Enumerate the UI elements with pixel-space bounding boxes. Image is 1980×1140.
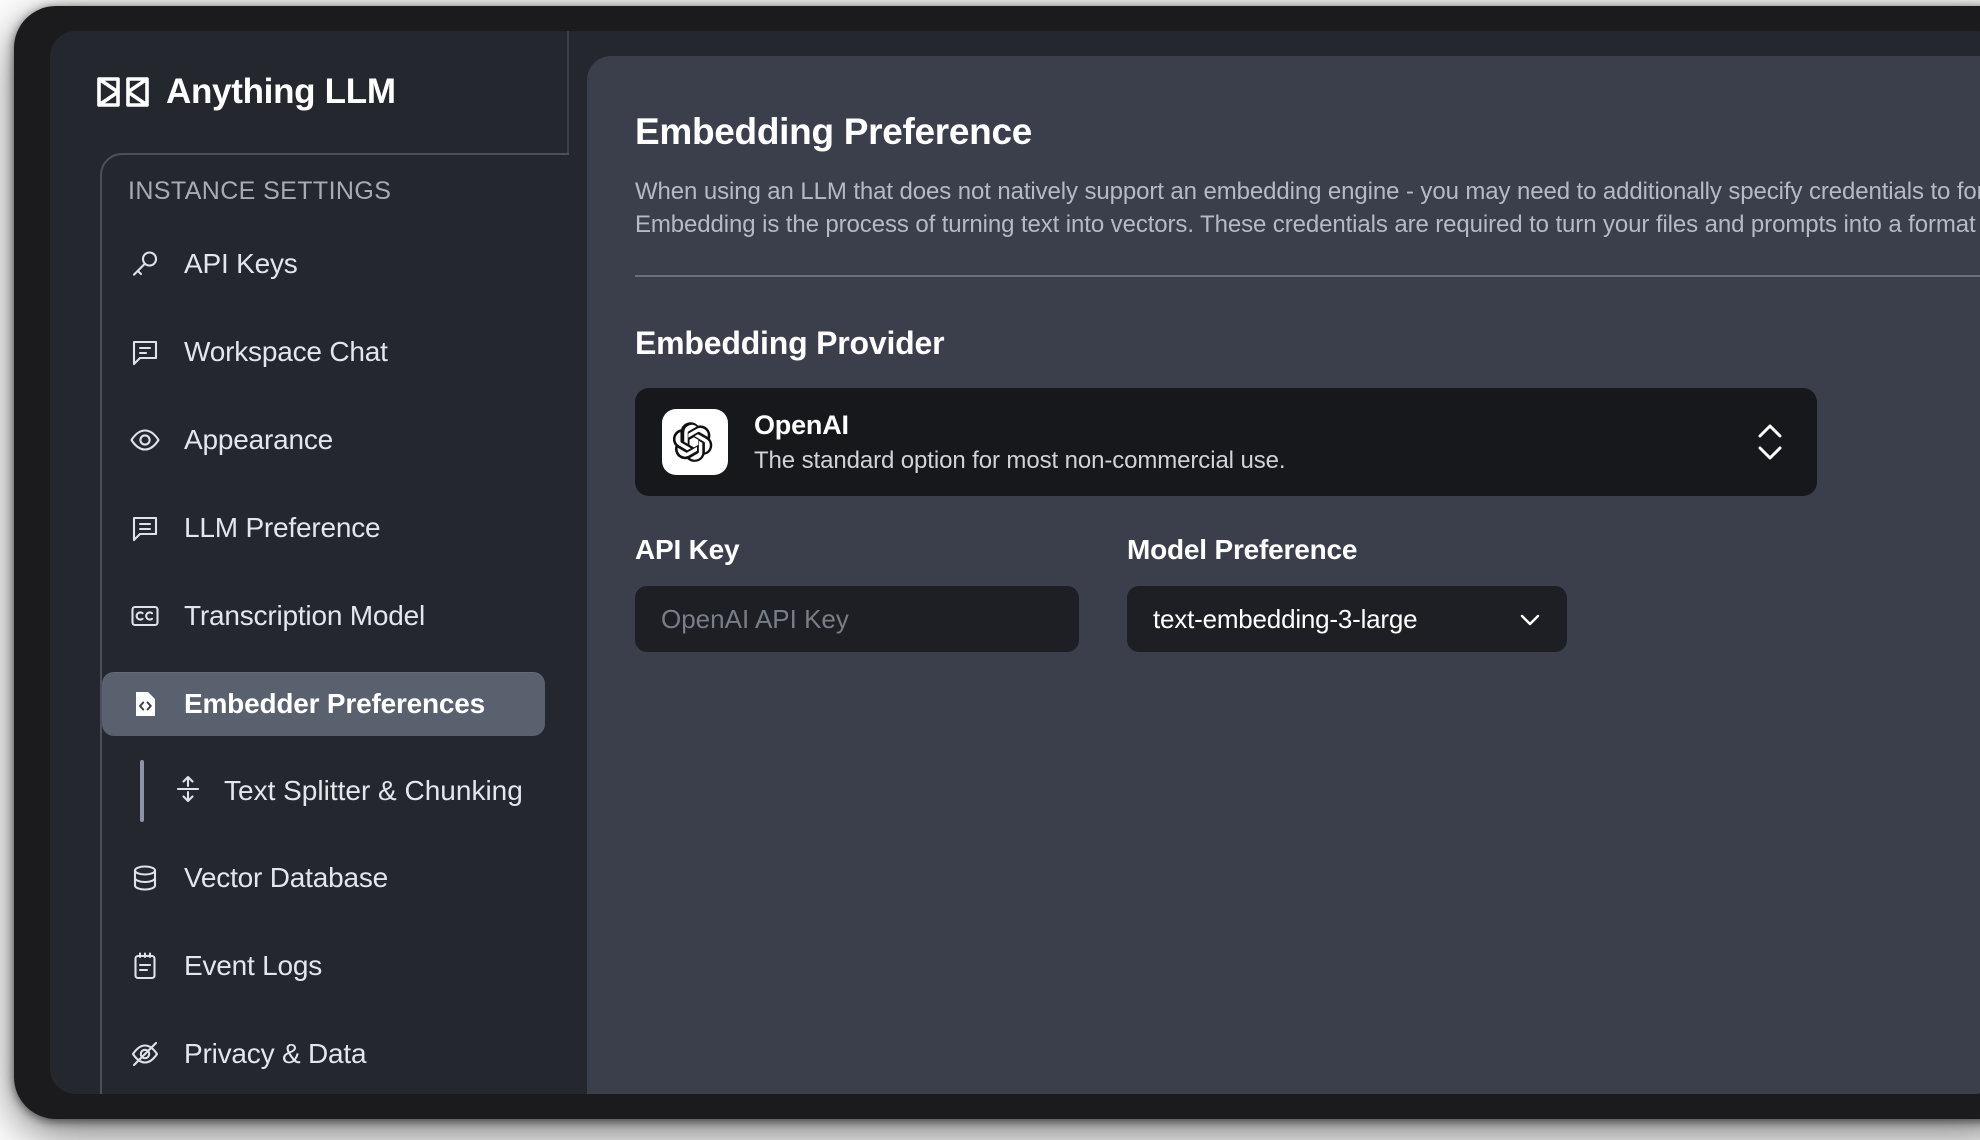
sidebar-item-label: Vector Database bbox=[184, 862, 389, 893]
closed-caption-icon bbox=[128, 599, 162, 633]
database-icon bbox=[128, 861, 162, 895]
chat-bubble-lines-icon bbox=[128, 511, 162, 545]
sidebar-item-vector-database[interactable]: Vector Database bbox=[102, 846, 545, 910]
sidebar: Anything LLM INSTANCE SETTINGS API Keys bbox=[50, 31, 569, 1094]
sidebar-item-label: Transcription Model bbox=[184, 600, 426, 631]
sidebar-item-label: Event Logs bbox=[184, 950, 323, 981]
eye-icon bbox=[128, 423, 162, 457]
api-key-input[interactable] bbox=[635, 586, 1079, 653]
brand-name: Anything LLM bbox=[166, 72, 396, 111]
sidebar-item-transcription-model[interactable]: Transcription Model bbox=[102, 584, 545, 648]
main-outer: Embedding Preference When using an LLM t… bbox=[569, 31, 1980, 1094]
api-key-field: API Key bbox=[635, 534, 1079, 653]
model-preference-select[interactable]: text-embedding-3-large bbox=[1127, 586, 1567, 653]
sidebar-item-appearance[interactable]: Appearance bbox=[102, 408, 545, 472]
sidebar-item-text-splitter-chunking[interactable]: Text Splitter & Chunking bbox=[144, 760, 523, 822]
caret-up-down-icon[interactable] bbox=[1753, 414, 1787, 470]
page-description-line-1: When using an LLM that does not natively… bbox=[635, 178, 1980, 205]
sidebar-item-label: Privacy & Data bbox=[184, 1038, 367, 1069]
page-title: Embedding Preference bbox=[635, 111, 1033, 152]
device-frame: Anything LLM INSTANCE SETTINGS API Keys bbox=[14, 6, 1980, 1119]
page-description-line-2: Embedding is the process of turning text… bbox=[635, 211, 1980, 239]
sidebar-item-label: LLM Preference bbox=[184, 512, 381, 543]
app-window: Anything LLM INSTANCE SETTINGS API Keys bbox=[50, 31, 1980, 1094]
sidebar-item-label: Workspace Chat bbox=[184, 336, 388, 367]
eye-slash-icon bbox=[128, 1037, 162, 1071]
sidebar-item-event-logs[interactable]: Event Logs bbox=[102, 934, 545, 998]
provider-name: OpenAI bbox=[754, 409, 849, 440]
sidebar-item-label: Embedder Preferences bbox=[184, 688, 486, 719]
sidebar-item-privacy-data[interactable]: Privacy & Data bbox=[102, 1022, 545, 1086]
model-preference-label: Model Preference bbox=[1127, 534, 1358, 566]
notepad-icon bbox=[128, 949, 162, 983]
main-content: Embedding Preference When using an LLM t… bbox=[587, 56, 1980, 1094]
sidebar-item-embedder-preferences[interactable]: Embedder Preferences bbox=[102, 672, 545, 736]
sidebar-subitem-label: Text Splitter & Chunking bbox=[224, 775, 523, 806]
chevron-down-icon bbox=[1517, 606, 1543, 632]
sidebar-item-workspace-chat[interactable]: Workspace Chat bbox=[102, 320, 545, 384]
sidebar-item-label: Appearance bbox=[184, 424, 334, 455]
embedding-provider-heading: Embedding Provider bbox=[635, 325, 945, 362]
split-vertical-icon bbox=[172, 773, 204, 810]
settings-fields-row: API Key Model Preference text-embedding-… bbox=[635, 534, 1980, 653]
provider-description: The standard option for most non-commerc… bbox=[754, 446, 1286, 474]
brand-header: Anything LLM bbox=[50, 31, 567, 123]
provider-texts: OpenAI The standard option for most non-… bbox=[754, 410, 1753, 475]
model-preference-value: text-embedding-3-large bbox=[1153, 603, 1418, 634]
sidebar-item-label: API Keys bbox=[184, 248, 298, 279]
sidebar-section-title: INSTANCE SETTINGS bbox=[128, 177, 392, 205]
api-key-label: API Key bbox=[635, 534, 740, 566]
chat-bubble-icon bbox=[128, 335, 162, 369]
model-preference-field: Model Preference text-embedding-3-large bbox=[1127, 534, 1567, 653]
openai-logo-icon bbox=[662, 409, 728, 476]
nav-panel: INSTANCE SETTINGS API Keys Workspace Cha… bbox=[100, 153, 569, 1094]
key-icon bbox=[128, 247, 162, 281]
embedding-provider-selector[interactable]: OpenAI The standard option for most non-… bbox=[635, 388, 1817, 497]
section-divider bbox=[635, 275, 1980, 278]
sidebar-item-api-keys[interactable]: API Keys bbox=[102, 232, 545, 296]
file-code-icon bbox=[128, 687, 162, 721]
sidebar-subgroup: Text Splitter & Chunking bbox=[102, 760, 545, 822]
sidebar-item-llm-preference[interactable]: LLM Preference bbox=[102, 496, 545, 560]
anythingllm-logo-icon bbox=[96, 75, 150, 109]
